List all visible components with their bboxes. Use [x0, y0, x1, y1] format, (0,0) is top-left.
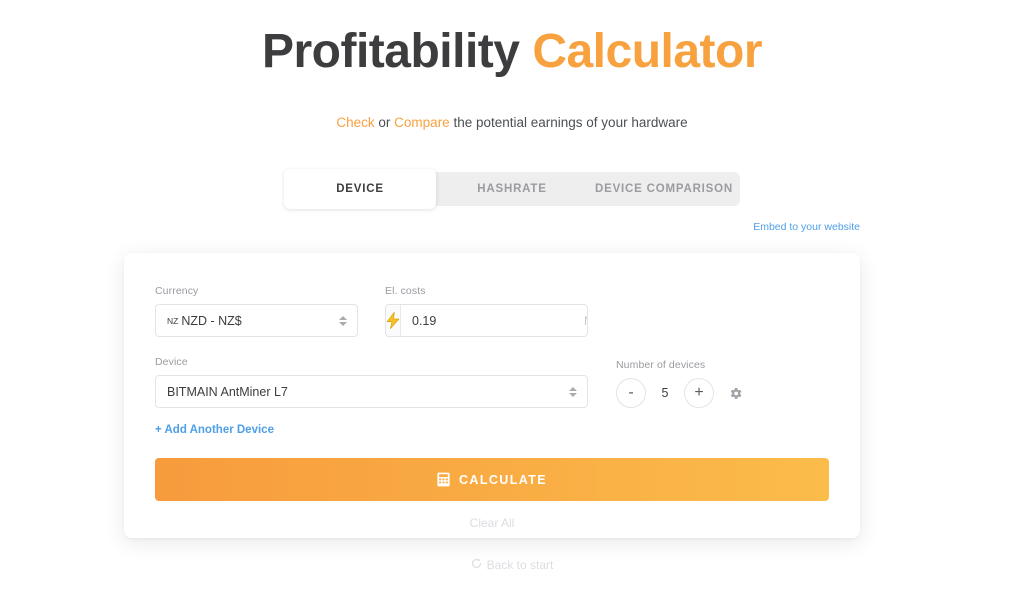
- page-title: Profitability Calculator: [0, 0, 1024, 79]
- device-count-value[interactable]: 5: [646, 386, 684, 400]
- chevron-updown-icon[interactable]: [339, 315, 347, 326]
- el-costs-input-group: NZD/kWH: [385, 304, 588, 337]
- clear-all-button[interactable]: Clear All: [155, 516, 829, 530]
- add-another-device-link[interactable]: + Add Another Device: [155, 424, 274, 436]
- profitability-calculator-page: Profitability Calculator Check or Compar…: [0, 0, 1024, 589]
- el-costs-label: El. costs: [385, 285, 426, 297]
- calculator-card-body: Currency NZ NZD - NZ$ El. costs 0.19 Dev…: [124, 253, 860, 530]
- lightning-bolt-icon: [386, 305, 401, 336]
- form-row-2: Device BITMAIN AntMiner L7 Number of dev…: [155, 356, 829, 408]
- el-costs-unit: NZD/kWH: [584, 305, 587, 336]
- el-costs-input[interactable]: [401, 305, 584, 336]
- device-label: Device: [155, 356, 188, 368]
- calculate-button[interactable]: CALCULATE: [155, 458, 829, 501]
- tab-device-comparison[interactable]: DEVICE COMPARISON: [588, 172, 740, 206]
- tab-device[interactable]: DEVICE: [284, 169, 436, 210]
- page-title-accent: Calculator: [532, 25, 763, 78]
- calculate-button-label: CALCULATE: [458, 472, 548, 487]
- back-to-start-link[interactable]: Back to start: [0, 558, 1024, 572]
- currency-value-text: NZD - NZ$: [181, 313, 242, 328]
- subtitle-rest: the potential earnings of your hardware: [449, 115, 688, 131]
- device-count-group: Number of devices - 5 +: [616, 359, 743, 408]
- subtitle-compare-link[interactable]: Compare: [394, 115, 450, 130]
- tab-group: DEVICE HASHRATE DEVICE COMPARISON: [284, 169, 740, 210]
- calculator-icon: [437, 472, 450, 487]
- embed-to-website-link[interactable]: Embed to your website: [753, 221, 860, 233]
- increment-button[interactable]: +: [684, 378, 714, 408]
- refresh-icon: [471, 558, 482, 572]
- number-of-devices-label: Number of devices: [616, 359, 706, 371]
- page-title-primary: Profitability: [261, 25, 520, 78]
- device-field-group: Device BITMAIN AntMiner L7: [155, 356, 588, 408]
- currency-label: Currency: [155, 285, 199, 297]
- device-select-value: BITMAIN AntMiner L7: [167, 384, 288, 399]
- page-subtitle: Check or Compare the potential earnings …: [0, 115, 1024, 130]
- tab-hashrate[interactable]: HASHRATE: [436, 172, 588, 206]
- calculator-card: Currency NZ NZD - NZ$ El. costs 0.19 Dev…: [124, 253, 860, 538]
- currency-select-value: NZ NZD - NZ$: [167, 314, 242, 328]
- subtitle-conjunction: or: [374, 115, 395, 131]
- chevron-updown-icon[interactable]: [569, 386, 577, 397]
- form-row-1: Currency NZ NZD - NZ$ El. costs 0.19: [155, 285, 829, 337]
- el-costs-field-group: El. costs NZD/kWH: [385, 285, 588, 337]
- gear-icon[interactable]: [728, 386, 743, 401]
- tabs-container: DEVICE HASHRATE DEVICE COMPARISON: [0, 169, 1024, 210]
- embed-row: Embed to your website: [0, 217, 1024, 235]
- currency-select[interactable]: NZ NZD - NZ$: [155, 304, 358, 337]
- subtitle-check-link[interactable]: Check: [336, 115, 374, 130]
- currency-code-prefix: NZ: [167, 315, 179, 326]
- currency-field-group: Currency NZ NZD - NZ$: [155, 285, 358, 337]
- quantity-stepper: - 5 +: [616, 378, 743, 408]
- device-select[interactable]: BITMAIN AntMiner L7: [155, 375, 588, 408]
- decrement-button[interactable]: -: [616, 378, 646, 408]
- back-to-start-label: Back to start: [486, 558, 554, 572]
